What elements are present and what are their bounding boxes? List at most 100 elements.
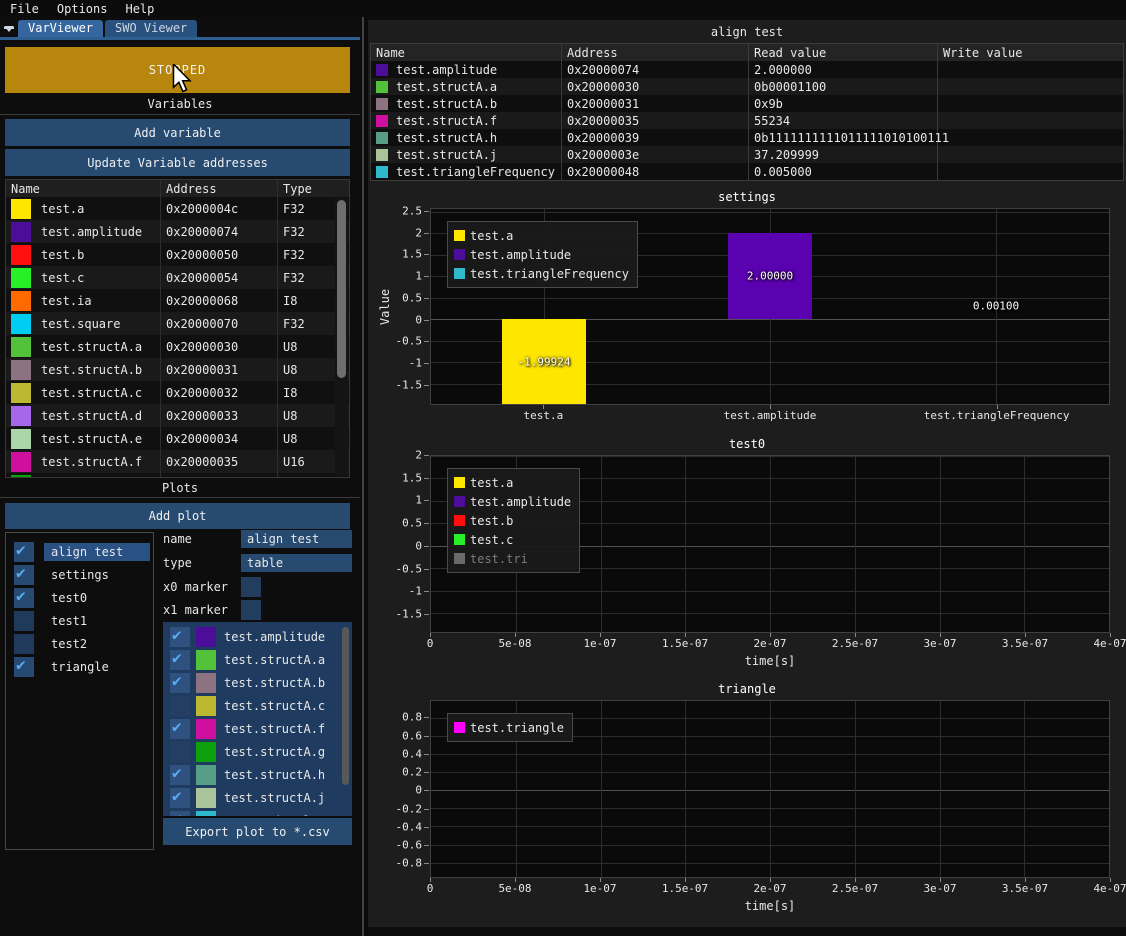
- plot-visible-checkbox[interactable]: [14, 634, 34, 654]
- variables-scrollbar[interactable]: [335, 198, 348, 476]
- color-swatch[interactable]: [11, 337, 31, 357]
- series-item[interactable]: test.structA.b: [163, 671, 352, 694]
- write-value[interactable]: [938, 78, 1123, 95]
- series-item[interactable]: test.structA.c: [163, 694, 352, 717]
- table-row[interactable]: test.structA.h0x200000390b11111111110111…: [371, 129, 1123, 146]
- table-row[interactable]: test.structA.f0x20000035U16: [6, 450, 349, 473]
- legend[interactable]: test.triangle: [447, 713, 573, 742]
- color-swatch[interactable]: [11, 475, 31, 479]
- color-swatch[interactable]: [11, 429, 31, 449]
- series-item[interactable]: test.structA.a: [163, 648, 352, 671]
- write-value[interactable]: [938, 95, 1123, 112]
- color-swatch[interactable]: [196, 788, 216, 808]
- tab-swo-viewer[interactable]: SWO Viewer: [105, 20, 197, 37]
- table-row[interactable]: test.structA.b0x20000031U8: [6, 358, 349, 381]
- plot-list-item[interactable]: test0: [14, 588, 150, 608]
- legend-entry[interactable]: test.a: [454, 226, 629, 245]
- plot-list-item[interactable]: settings: [14, 565, 150, 585]
- color-swatch[interactable]: [11, 383, 31, 403]
- color-swatch[interactable]: [11, 406, 31, 426]
- series-scrollbar-thumb[interactable]: [342, 627, 349, 785]
- table-row[interactable]: test.c0x20000054F32: [6, 266, 349, 289]
- scrollbar-thumb[interactable]: [337, 200, 346, 378]
- color-swatch[interactable]: [376, 81, 388, 93]
- color-swatch[interactable]: [11, 314, 31, 334]
- plot-name-input[interactable]: align test: [241, 530, 352, 548]
- table-row[interactable]: test.structA.b0x200000310x9b: [371, 95, 1123, 112]
- write-value[interactable]: [938, 163, 1123, 180]
- color-swatch[interactable]: [196, 627, 216, 647]
- collapse-tabs-icon[interactable]: [0, 20, 18, 37]
- series-item[interactable]: test.structA.h: [163, 763, 352, 786]
- color-swatch[interactable]: [11, 222, 31, 242]
- legend-entry[interactable]: test.a: [454, 473, 571, 492]
- series-checkbox[interactable]: [170, 650, 190, 670]
- table-row[interactable]: test.structA.e0x20000034U8: [6, 427, 349, 450]
- table-row[interactable]: test.structA.a0x200000300b00001100: [371, 78, 1123, 95]
- color-swatch[interactable]: [196, 811, 216, 817]
- tab-varviewer[interactable]: VarViewer: [18, 20, 103, 37]
- series-checkbox[interactable]: [170, 742, 190, 762]
- legend-entry[interactable]: test.amplitude: [454, 492, 571, 511]
- color-swatch[interactable]: [196, 719, 216, 739]
- series-checkbox[interactable]: [170, 673, 190, 693]
- write-value[interactable]: [938, 61, 1123, 78]
- table-row[interactable]: test.structA.f0x2000003555234: [371, 112, 1123, 129]
- table-row[interactable]: test.a0x2000004cF32: [6, 197, 349, 220]
- color-swatch[interactable]: [11, 245, 31, 265]
- menu-file[interactable]: File: [10, 2, 39, 16]
- table-row[interactable]: test.structA.g: [6, 473, 349, 478]
- series-checkbox[interactable]: [170, 765, 190, 785]
- update-variable-addresses-button[interactable]: Update Variable addresses: [5, 149, 350, 176]
- table-row[interactable]: test.ia0x20000068I8: [6, 289, 349, 312]
- plot-area[interactable]: test.atest.amplitudetest.btest.ctest.tri: [430, 455, 1110, 633]
- add-plot-button[interactable]: Add plot: [5, 503, 350, 529]
- table-row[interactable]: test.square0x20000070F32: [6, 312, 349, 335]
- series-checkbox[interactable]: [170, 811, 190, 817]
- plot-type-select[interactable]: table: [241, 554, 352, 572]
- color-swatch[interactable]: [11, 199, 31, 219]
- plot-visible-checkbox[interactable]: [14, 657, 34, 677]
- legend-entry[interactable]: test.c: [454, 530, 571, 549]
- legend-entry[interactable]: test.triangleFrequency: [454, 264, 629, 283]
- table-row[interactable]: test.structA.c0x20000032I8: [6, 381, 349, 404]
- color-swatch[interactable]: [11, 452, 31, 472]
- color-swatch[interactable]: [196, 742, 216, 762]
- color-swatch[interactable]: [376, 115, 388, 127]
- menu-help[interactable]: Help: [125, 2, 154, 16]
- legend-entry[interactable]: test.triangle: [454, 718, 564, 737]
- series-checkbox[interactable]: [170, 719, 190, 739]
- legend[interactable]: test.atest.amplitudetest.triangleFrequen…: [447, 221, 638, 288]
- table-row[interactable]: test.b0x20000050F32: [6, 243, 349, 266]
- color-swatch[interactable]: [196, 765, 216, 785]
- plot-visible-checkbox[interactable]: [14, 611, 34, 631]
- legend[interactable]: test.atest.amplitudetest.btest.ctest.tri: [447, 468, 580, 573]
- color-swatch[interactable]: [376, 132, 388, 144]
- plot-area[interactable]: test.triangle: [430, 700, 1110, 878]
- series-item[interactable]: test.structA.j: [163, 786, 352, 809]
- write-value[interactable]: [938, 146, 1123, 163]
- series-checkbox[interactable]: [170, 696, 190, 716]
- color-swatch[interactable]: [11, 268, 31, 288]
- plot-visible-checkbox[interactable]: [14, 542, 34, 562]
- series-item[interactable]: test.structA.f: [163, 717, 352, 740]
- color-swatch[interactable]: [376, 64, 388, 76]
- color-swatch[interactable]: [11, 291, 31, 311]
- table-row[interactable]: test.triangleFrequency0x200000480.005000: [371, 163, 1123, 180]
- color-swatch[interactable]: [376, 149, 388, 161]
- legend-entry[interactable]: test.b: [454, 511, 571, 530]
- color-swatch[interactable]: [11, 360, 31, 380]
- color-swatch[interactable]: [376, 98, 388, 110]
- table-row[interactable]: test.structA.d0x20000033U8: [6, 404, 349, 427]
- table-row[interactable]: test.amplitude0x20000074F32: [6, 220, 349, 243]
- write-value[interactable]: [938, 129, 1123, 146]
- series-item[interactable]: test.amplitude: [163, 625, 352, 648]
- plot-visible-checkbox[interactable]: [14, 588, 34, 608]
- legend-entry[interactable]: test.tri: [454, 549, 571, 568]
- panel-splitter[interactable]: [360, 17, 368, 936]
- plot-list-item[interactable]: test2: [14, 634, 150, 654]
- x1-marker-checkbox[interactable]: [241, 600, 261, 620]
- plot-list-item[interactable]: triangle: [14, 657, 150, 677]
- series-item[interactable]: test.triangleFrequency: [163, 809, 352, 816]
- table-row[interactable]: test.amplitude0x200000742.000000: [371, 61, 1123, 78]
